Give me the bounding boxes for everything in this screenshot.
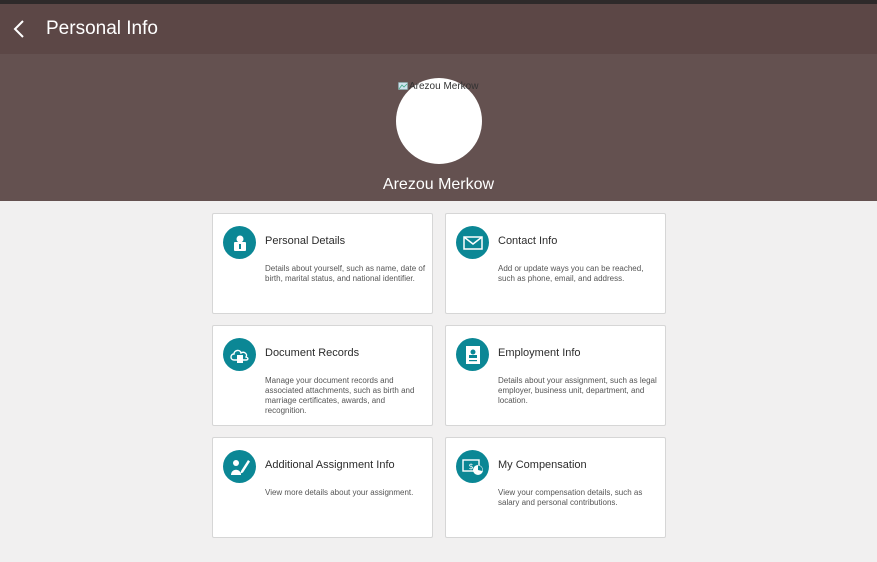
tile-description: View your compensation details, such as … — [498, 488, 643, 507]
tile-title: Additional Assignment Info — [265, 459, 395, 471]
chevron-left-icon — [13, 20, 24, 38]
tile-title: My Compensation — [498, 459, 587, 471]
tile-description: Manage your document records and associa… — [265, 376, 415, 415]
tile-title: Contact Info — [498, 235, 558, 247]
header-bar: Personal Info — [0, 4, 877, 54]
tile-description: View more details about your assignment. — [265, 488, 414, 497]
person-edit-icon — [223, 450, 256, 483]
tile-title: Document Records — [265, 347, 360, 359]
cloud-document-icon — [223, 338, 256, 371]
profile-banner: Arezou Merkow Arezou Merkow — [0, 54, 877, 201]
id-card-icon — [456, 338, 489, 371]
compensation-icon: $ — [456, 450, 489, 483]
person-badge-icon — [223, 226, 256, 259]
person-name: Arezou Merkow — [382, 176, 495, 193]
avatar-alt-text: Arezou Merkow — [398, 81, 478, 92]
tile-title: Employment Info — [498, 347, 581, 359]
avatar-alt-label: Arezou Merkow — [409, 81, 479, 92]
tile-my-compensation[interactable]: $ My Compensation View your compensation… — [445, 437, 666, 538]
tile-document-records[interactable]: Document Records Manage your document re… — [212, 325, 433, 426]
tile-personal-details[interactable]: Personal Details Details about yourself,… — [212, 213, 433, 314]
tile-description: Details about yourself, such as name, da… — [265, 264, 426, 283]
envelope-icon — [456, 226, 489, 259]
broken-image-icon — [398, 82, 408, 90]
tile-title: Personal Details — [265, 235, 346, 247]
back-button[interactable] — [4, 14, 34, 44]
tile-additional-assignment-info[interactable]: Additional Assignment Info View more det… — [212, 437, 433, 538]
page-title: Personal Info — [46, 18, 158, 39]
tile-contact-info[interactable]: Contact Info Add or update ways you can … — [445, 213, 666, 314]
tile-description: Details about your assignment, such as l… — [498, 376, 657, 405]
svg-text:$: $ — [468, 462, 473, 471]
tile-description: Add or update ways you can be reached, s… — [498, 264, 644, 283]
tile-employment-info[interactable]: Employment Info Details about your assig… — [445, 325, 666, 426]
